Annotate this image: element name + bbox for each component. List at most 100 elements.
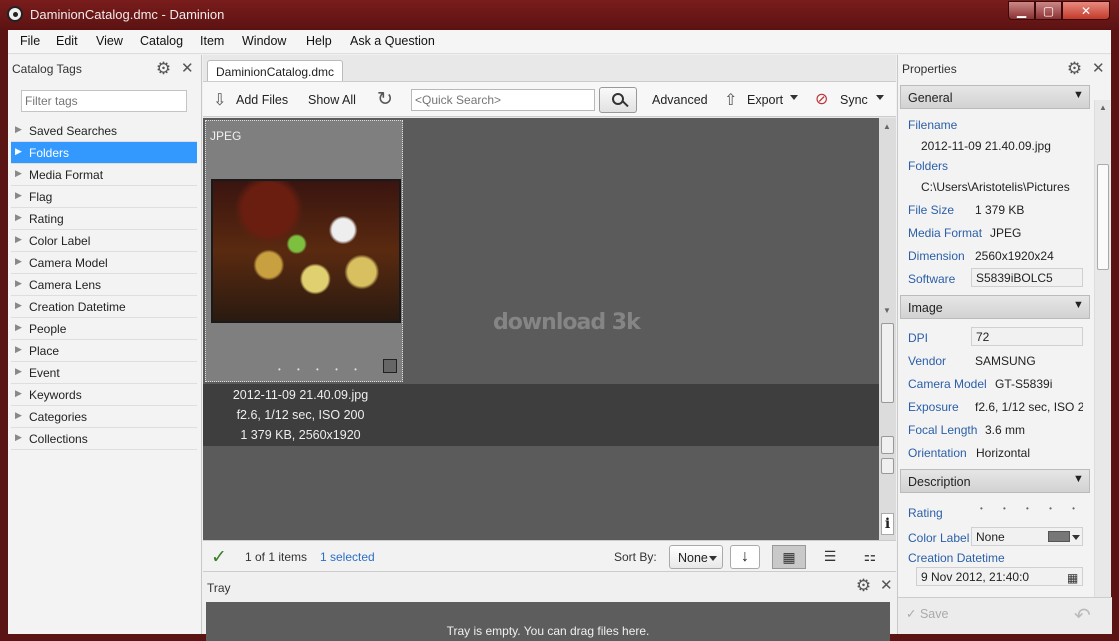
add-files-button[interactable]: Add Files: [236, 93, 288, 107]
close-icon[interactable]: ✕: [1092, 61, 1105, 76]
tab-catalog[interactable]: DaminionCatalog.dmc: [207, 60, 343, 82]
dpi-field[interactable]: 72: [971, 327, 1083, 346]
menu-help[interactable]: Help: [306, 34, 332, 48]
tag-flag[interactable]: ▶ Flag: [11, 186, 197, 208]
advanced-search-button[interactable]: Advanced: [652, 93, 708, 107]
refresh-icon[interactable]: ↻: [377, 88, 393, 111]
gear-icon[interactable]: ⚙: [1066, 60, 1083, 77]
minimize-button[interactable]: ▁: [1008, 1, 1035, 20]
close-window-button[interactable]: ✕: [1062, 1, 1110, 20]
section-description[interactable]: Description ▼: [900, 469, 1090, 493]
grid-view-button[interactable]: ▦: [772, 545, 806, 569]
tag-keywords[interactable]: ▶ Keywords: [11, 384, 197, 406]
selected-count-link[interactable]: 1 selected: [320, 550, 375, 564]
expand-arrow-icon[interactable]: ▶: [15, 366, 22, 377]
expand-arrow-icon[interactable]: ▶: [15, 124, 22, 135]
expand-arrow-icon[interactable]: ▶: [15, 322, 22, 333]
close-icon[interactable]: ✕: [181, 61, 194, 76]
select-checkbox[interactable]: [383, 359, 397, 373]
scroll-up-icon[interactable]: ▲: [1099, 103, 1107, 112]
zoom-out-icon[interactable]: [881, 436, 894, 454]
tag-place[interactable]: ▶ Place: [11, 340, 197, 362]
filter-tags-input[interactable]: [21, 90, 187, 112]
menu-view[interactable]: View: [96, 34, 123, 48]
tag-camera-model[interactable]: ▶ Camera Model: [11, 252, 197, 274]
tag-camera-lens[interactable]: ▶ Camera Lens: [11, 274, 197, 296]
watermark-logo: download 3k: [493, 310, 641, 335]
expand-arrow-icon[interactable]: ▶: [15, 344, 22, 355]
list-view-button[interactable]: ☰: [813, 545, 847, 569]
section-general[interactable]: General ▼: [900, 85, 1090, 109]
tag-media-format[interactable]: ▶ Media Format: [11, 164, 197, 186]
properties-scrollbar[interactable]: ▲ ▼: [1094, 100, 1111, 620]
menu-ask-a-question[interactable]: Ask a Question: [350, 34, 435, 48]
sync-button[interactable]: Sync: [840, 93, 868, 107]
toolbar: ⇩ Add Files Show All ↻ Advanced ⇧ Export…: [203, 81, 896, 117]
tag-saved-searches[interactable]: ▶ Saved Searches: [11, 120, 197, 142]
tag-people[interactable]: ▶ People: [11, 318, 197, 340]
properties-title: Properties: [902, 62, 957, 76]
tag-color-label[interactable]: ▶ Color Label: [11, 230, 197, 252]
search-button[interactable]: [599, 87, 637, 113]
menu-window[interactable]: Window: [242, 34, 286, 48]
zoom-slider-thumb[interactable]: [881, 323, 894, 403]
software-field[interactable]: S5839iBOLC5: [971, 268, 1083, 287]
gallery-scrollbar[interactable]: ▲ ▼ i: [879, 118, 896, 540]
expand-arrow-icon[interactable]: ▶: [15, 432, 22, 443]
section-image[interactable]: Image ▼: [900, 295, 1090, 319]
menu-edit[interactable]: Edit: [56, 34, 78, 48]
menu-item[interactable]: Item: [200, 34, 224, 48]
expand-arrow-icon[interactable]: ▶: [15, 234, 22, 245]
tag-folders[interactable]: ▶ Folders: [11, 142, 197, 164]
scroll-up-icon[interactable]: ▲: [883, 122, 891, 131]
close-icon[interactable]: ✕: [880, 578, 893, 593]
menu-catalog[interactable]: Catalog: [140, 34, 183, 48]
gear-icon[interactable]: ⚙: [855, 577, 872, 594]
catalog-tags-panel: Catalog Tags ⚙ ✕ ▶Saved Searches ▶Folder…: [8, 55, 202, 634]
sync-dropdown-icon[interactable]: [876, 95, 884, 100]
expand-arrow-icon[interactable]: ▶: [15, 256, 22, 267]
sort-by-select[interactable]: None: [669, 545, 723, 569]
add-files-icon: ⇩: [213, 92, 227, 109]
expand-arrow-icon[interactable]: ▶: [15, 146, 22, 157]
tag-collections[interactable]: ▶ Collections: [11, 428, 197, 450]
undo-icon[interactable]: ↶: [1074, 603, 1091, 628]
rating-stars[interactable]: • • • • •: [980, 504, 1084, 513]
tray-drop-area[interactable]: Tray is empty. You can drag files here.: [206, 602, 890, 641]
tag-rating[interactable]: ▶ Rating: [11, 208, 197, 230]
file-size-value: 1 379 KB: [975, 203, 1025, 217]
calendar-icon[interactable]: ▦: [1067, 571, 1078, 585]
zoom-in-icon[interactable]: [881, 458, 894, 474]
expand-arrow-icon[interactable]: ▶: [15, 168, 22, 179]
thumbnail-card[interactable]: JPEG • • • • •: [205, 120, 403, 382]
rating-dots[interactable]: • • • • •: [278, 365, 364, 374]
checkmark-icon[interactable]: ✓: [211, 546, 227, 569]
expand-arrow-icon[interactable]: ▶: [15, 300, 22, 311]
quick-search-input[interactable]: [411, 89, 595, 111]
expand-arrow-icon[interactable]: ▶: [15, 212, 22, 223]
creation-datetime-field[interactable]: 9 Nov 2012, 21:40:0: [916, 567, 1083, 586]
sort-direction-button[interactable]: ↓: [730, 545, 760, 569]
filename-label: Filename: [908, 118, 958, 132]
export-button[interactable]: Export: [747, 93, 783, 107]
tag-categories[interactable]: ▶ Categories: [11, 406, 197, 428]
color-swatch-icon: [1048, 531, 1070, 542]
expand-arrow-icon[interactable]: ▶: [15, 190, 22, 201]
menu-file[interactable]: File: [20, 34, 40, 48]
scroll-down-icon[interactable]: ▼: [883, 306, 891, 315]
tag-creation-datetime[interactable]: ▶ Creation Datetime: [11, 296, 197, 318]
expand-arrow-icon[interactable]: ▶: [15, 388, 22, 399]
export-dropdown-icon[interactable]: [790, 95, 798, 100]
info-icon[interactable]: i: [881, 513, 894, 535]
maximize-button[interactable]: ▢: [1035, 1, 1062, 20]
tag-event[interactable]: ▶ Event: [11, 362, 197, 384]
chevron-down-icon[interactable]: [1072, 535, 1080, 540]
thumbnail-image[interactable]: [211, 179, 401, 323]
gear-icon[interactable]: ⚙: [155, 60, 172, 77]
save-button[interactable]: ✓ Save: [906, 606, 948, 621]
show-all-button[interactable]: Show All: [308, 93, 356, 107]
expand-arrow-icon[interactable]: ▶: [15, 410, 22, 421]
scrollbar-thumb[interactable]: [1097, 164, 1109, 270]
details-view-button[interactable]: ⚏: [853, 545, 887, 569]
expand-arrow-icon[interactable]: ▶: [15, 278, 22, 289]
